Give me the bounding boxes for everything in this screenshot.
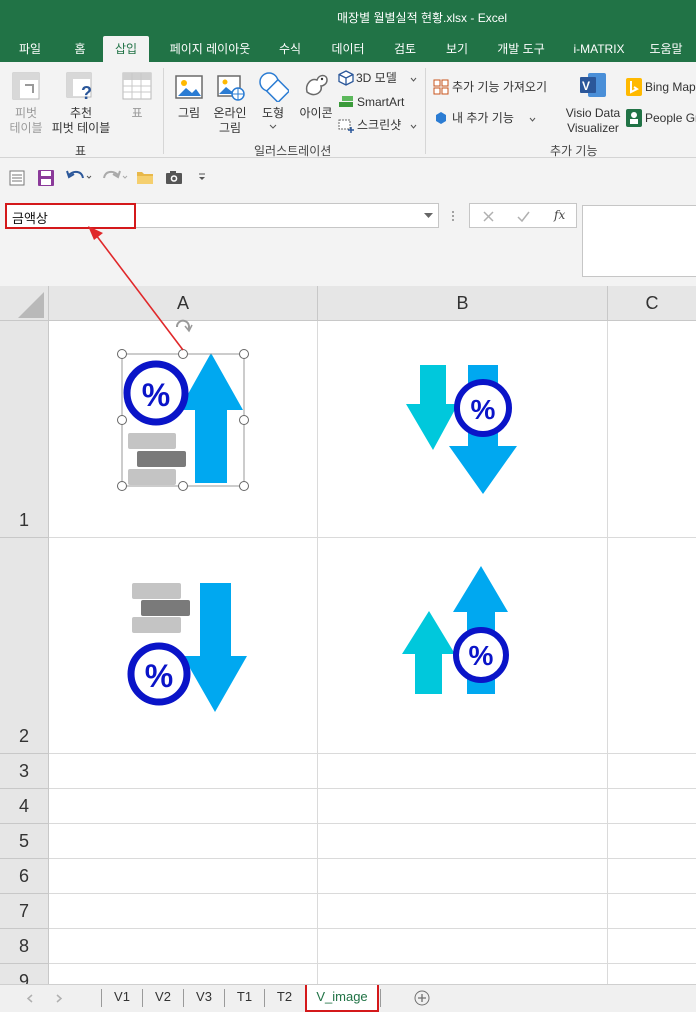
resize-handle[interactable]: [239, 349, 249, 359]
up-arrow-shape: [179, 353, 243, 483]
sheet-tab-t1[interactable]: T1: [225, 985, 264, 1012]
picture-decrease-amount[interactable]: %: [127, 583, 247, 712]
sheet-tab-t2[interactable]: T2: [265, 985, 304, 1012]
picture-increase-amount[interactable]: %: [123, 353, 243, 485]
bar-shape: [128, 433, 176, 449]
sheet-tab-v-image[interactable]: V_image: [305, 985, 379, 1012]
bar-shape: [137, 451, 186, 467]
scroll-right-icon[interactable]: [55, 994, 63, 1003]
sheet-image-layer: % % % %: [88, 226, 517, 712]
picture-increase-rate[interactable]: %: [402, 566, 509, 694]
annotation-arrow: [88, 226, 184, 351]
resize-handle[interactable]: [178, 481, 188, 491]
percent-symbol: %: [469, 640, 494, 671]
resize-handle[interactable]: [239, 481, 249, 491]
percent-symbol: %: [471, 394, 496, 425]
resize-handle[interactable]: [117, 349, 127, 359]
sheet-tab-bar: V1 V2 V3 T1 T2 V_image: [0, 984, 696, 1012]
percent-symbol: %: [145, 658, 173, 694]
up-arrow-shape: [402, 611, 455, 694]
bar-shape: [141, 600, 190, 616]
down-arrow-shape: [183, 583, 247, 712]
resize-handle[interactable]: [178, 349, 188, 359]
resize-handle[interactable]: [117, 481, 127, 491]
sheet-tab-v2[interactable]: V2: [143, 985, 183, 1012]
down-arrow-shape: [406, 365, 458, 450]
sheet-tab-v3[interactable]: V3: [184, 985, 224, 1012]
sheet-tab-v1[interactable]: V1: [102, 985, 142, 1012]
scroll-left-icon[interactable]: [26, 994, 34, 1003]
percent-symbol: %: [142, 377, 170, 413]
add-sheet-icon[interactable]: [414, 990, 430, 1006]
tab-separator: [380, 989, 381, 1007]
bar-shape: [128, 469, 176, 485]
rotate-handle-icon[interactable]: [176, 319, 193, 333]
bar-shape: [132, 583, 181, 599]
bar-shape: [132, 617, 181, 633]
resize-handle[interactable]: [117, 415, 127, 425]
picture-decrease-rate[interactable]: %: [406, 365, 517, 494]
resize-handle[interactable]: [239, 415, 249, 425]
